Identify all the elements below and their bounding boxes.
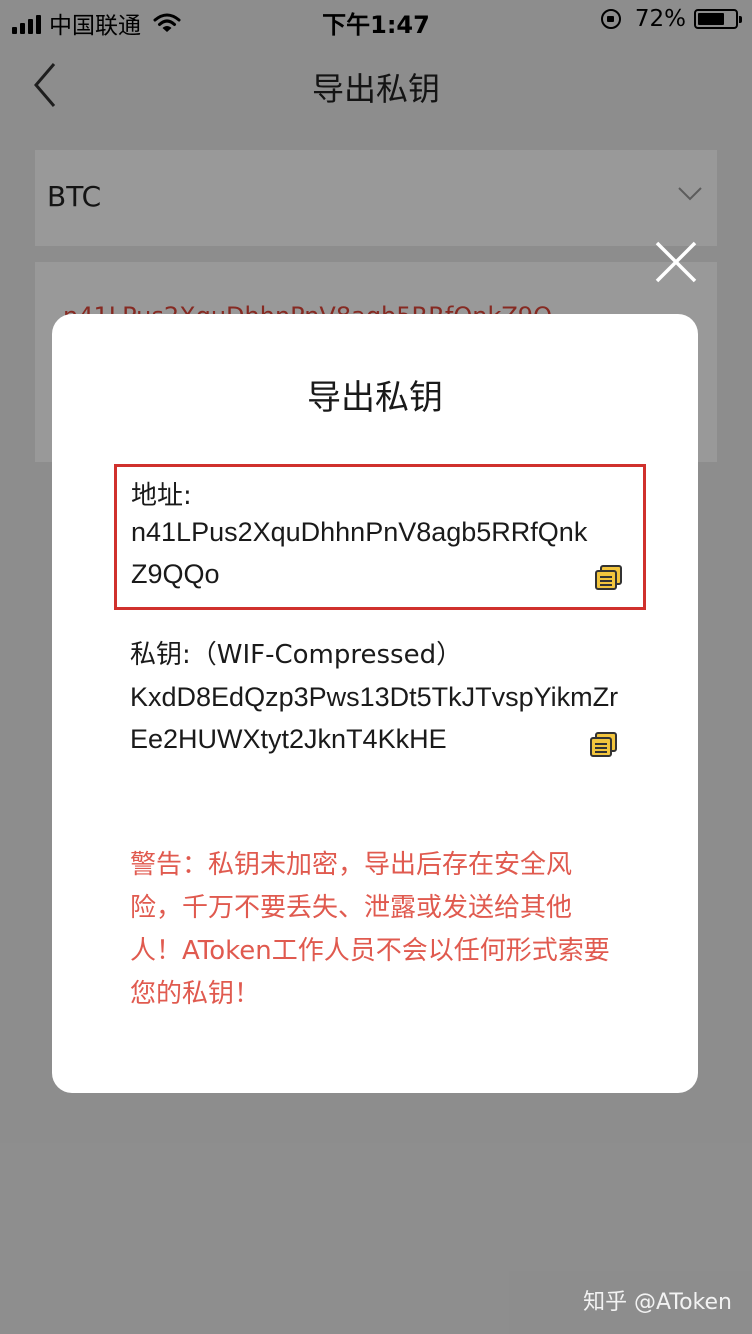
copy-icon[interactable] xyxy=(595,565,623,591)
address-value: n41LPus2XquDhhnPnV8agb5RRfQnkZ9QQo xyxy=(131,517,588,589)
private-key-value: KxdD8EdQzp3Pws13Dt5TkJTvspYikmZrEe2HUWXt… xyxy=(130,682,619,754)
private-key-label: 私钥:（WIF-Compressed） xyxy=(130,640,463,670)
address-label: 地址: xyxy=(131,481,192,511)
watermark: 知乎 @AToken xyxy=(583,1290,732,1315)
private-key-block: 私钥:（WIF-Compressed） KxdD8EdQzp3Pws13Dt5T… xyxy=(130,634,630,760)
warning-text: 警告：私钥未加密，导出后存在安全风险，千万不要丢失、泄露或发送给其他人！ATok… xyxy=(130,850,610,1009)
modal-title: 导出私钥 xyxy=(307,378,443,418)
copy-icon[interactable] xyxy=(590,732,618,758)
address-highlight-box: 地址: n41LPus2XquDhhnPnV8agb5RRfQnkZ9QQo xyxy=(114,464,646,610)
export-key-modal: 导出私钥 地址: n41LPus2XquDhhnPnV8agb5RRfQnkZ9… xyxy=(52,314,698,1093)
close-icon[interactable] xyxy=(652,238,700,286)
